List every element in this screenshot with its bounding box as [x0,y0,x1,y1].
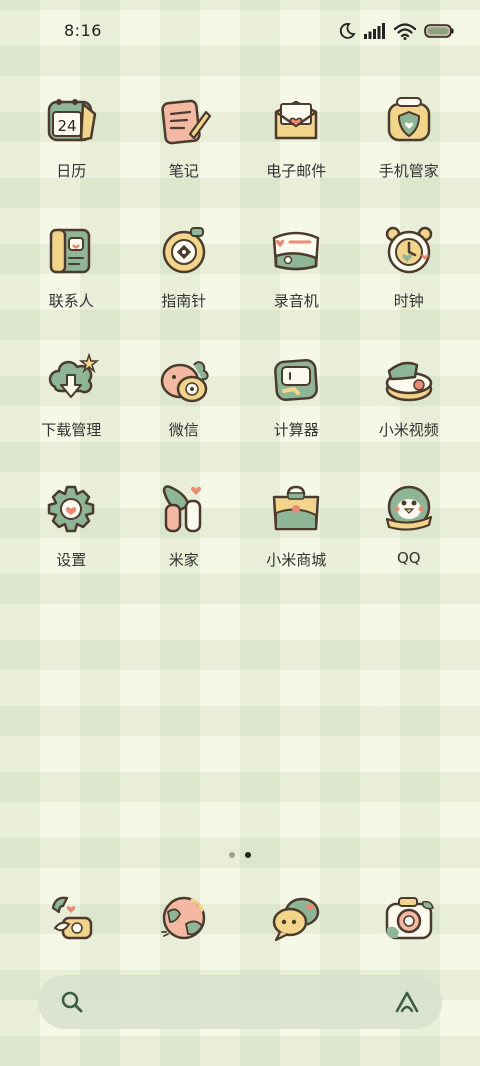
qq-icon [385,485,432,531]
app-contacts[interactable]: 联系人 [15,220,128,350]
app-row: 24 日历 笔记 电子邮件 手机管家 [15,90,465,220]
recorder-icon [273,231,320,270]
wechat-icon [160,361,209,403]
calculator-icon [274,359,319,401]
app-label: 联系人 [48,291,94,310]
app-store[interactable]: 小米商城 [240,479,353,609]
status-bar: 8:16 [0,0,480,62]
app-clock[interactable]: 时钟 [353,220,466,350]
page-dot-active[interactable] [245,852,251,858]
app-label: 米家 [168,550,199,569]
app-security[interactable]: 手机管家 [353,90,466,220]
page-dot[interactable] [229,852,235,858]
calendar-icon: 24 [48,99,97,142]
browser-icon [160,896,205,940]
app-row: 设置 米家 小米商城 QQ [15,479,465,609]
app-recorder[interactable]: 录音机 [240,220,353,350]
app-calendar[interactable]: 24 日历 [15,90,128,220]
phone-icon [52,896,93,940]
status-icons [338,22,454,40]
signal-icon [364,23,385,39]
app-label: 录音机 [273,291,319,310]
dock [15,888,465,958]
app-label: 设置 [56,550,87,569]
compass-icon [162,226,205,273]
app-label: 时钟 [393,291,424,310]
dock-camera[interactable] [353,888,466,958]
app-calculator[interactable]: 计算器 [240,349,353,479]
app-settings[interactable]: 设置 [15,479,128,609]
app-label: 小米商城 [266,550,327,569]
app-label: 手机管家 [378,162,439,180]
messages-icon [273,897,320,942]
app-label: 电子邮件 [266,162,327,180]
calendar-date: 24 [58,117,77,135]
app-video[interactable]: 小米视频 [353,349,466,479]
battery-icon [424,24,454,38]
moon-icon [339,23,356,39]
app-label: 日历 [56,162,87,180]
email-icon [275,100,318,140]
dock-messages[interactable] [240,888,353,958]
app-label: 指南针 [161,291,207,310]
status-time: 8:16 [64,21,102,40]
dock-phone[interactable] [15,888,128,958]
app-qq[interactable]: QQ [353,479,466,609]
app-compass[interactable]: 指南针 [128,220,241,350]
search-icon[interactable] [60,990,84,1014]
app-grid: 24 日历 笔记 电子邮件 手机管家 联系人 指南针 录音机 时钟 下载管理 微… [15,90,465,608]
assistant-icon[interactable] [394,990,420,1014]
app-label: QQ [396,548,421,567]
camera-icon [385,897,434,940]
app-row: 联系人 指南针 录音机 时钟 [15,220,465,350]
mijia-icon [162,484,201,532]
notes-icon [161,99,211,145]
settings-icon [48,485,95,532]
app-download[interactable]: 下载管理 [15,349,128,479]
app-wechat[interactable]: 微信 [128,349,241,479]
contacts-icon [50,228,91,273]
app-label: 下载管理 [41,421,102,439]
video-icon [385,361,432,402]
app-notes[interactable]: 笔记 [128,90,241,220]
security-icon [387,97,430,142]
clock-icon [385,226,432,273]
store-icon [273,485,320,530]
app-label: 计算器 [273,421,319,439]
page-indicator [0,852,480,858]
wifi-icon [394,22,416,40]
app-mijia[interactable]: 米家 [128,479,241,609]
search-bar[interactable] [38,975,442,1029]
app-row: 下载管理 微信 计算器 小米视频 [15,349,465,479]
app-email[interactable]: 电子邮件 [240,90,353,220]
dock-browser[interactable] [128,888,241,958]
download-icon [49,352,100,398]
app-label: 笔记 [168,162,199,180]
app-label: 小米视频 [378,421,439,439]
app-label: 微信 [168,421,199,439]
